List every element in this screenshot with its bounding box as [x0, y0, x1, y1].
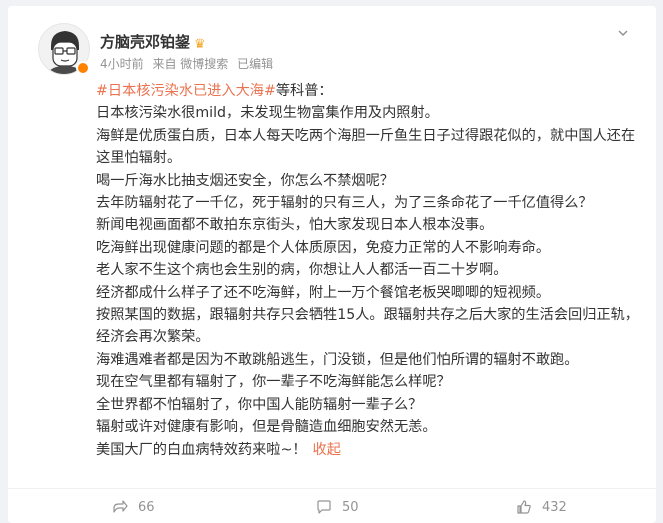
paragraph: 海难遇难者都是因为不敢跳船逃生，门没锁，但是他们怕所谓的辐射不敢跑。: [96, 351, 579, 368]
intro-line: #日本核污染水已进入大海#等科普：: [96, 80, 648, 102]
author-name-text[interactable]: 方脑壳邓铂鋆: [100, 33, 190, 51]
paragraph: 按照某国的数据，跟辐射共存只会牺牲15人。跟辐射共存之后大家的生活会回归正轨，经…: [96, 307, 639, 346]
topic-link[interactable]: #日本核污染水已进入大海#: [96, 83, 276, 99]
post-source: 来自 微博搜索: [152, 57, 229, 71]
share-icon: [113, 500, 128, 513]
paragraph: 吃海鲜出现健康问题的都是个人体质原因，免疫力正常的人不影响寿命。: [96, 239, 551, 256]
share-button[interactable]: 66: [112, 499, 155, 515]
paragraph: 老人家不生这个病也会生别的病，你想让人人都活一百二十岁啊。: [96, 262, 508, 279]
last-line-text: 美国大厂的白血病特效药来啦~！: [96, 441, 307, 458]
paragraph: 经济都成什么样子了还不吃海鲜，附上一万个餐馆老板哭唧唧的短视频。: [96, 284, 551, 301]
verified-badge-icon: [76, 61, 90, 75]
weibo-post-card: 方脑壳邓铂鋆 ♛ 4小时前 来自 微博搜索 已编辑 #日本核污染水已进入大海#等科…: [8, 6, 656, 523]
paragraph: 海鲜是优质蛋白质，日本人每天吃两个海胆一斤鱼生日子过得跟花似的，就中国人还在这里…: [96, 127, 636, 167]
paragraph: 去年防辐射花了一千亿，死于辐射的只有三人，为了三条命花了一千亿值得么？: [96, 195, 593, 212]
comment-button[interactable]: 50: [316, 499, 359, 515]
author-name[interactable]: 方脑壳邓铂鋆 ♛: [100, 31, 206, 52]
action-bar: 66 50 432: [8, 488, 656, 523]
last-line: 美国大厂的白血病特效药来啦~！ 收起: [96, 439, 648, 461]
collapse-link[interactable]: 收起: [313, 442, 341, 458]
like-count: 432: [542, 499, 567, 515]
paragraph: 现在空气里都有辐射了，你一辈子不吃海鲜能怎么样呢？: [96, 374, 451, 391]
chevron-down-icon[interactable]: [616, 26, 630, 40]
paragraph: 全世界都不怕辐射了，你中国人能防辐射一辈子么？: [96, 396, 423, 413]
paragraph: 日本核污染水很mild，未发现生物富集作用及内照射。: [96, 105, 439, 122]
paragraph: 辐射或许对健康有影响，但是骨髓造血细胞安然无恙。: [96, 419, 437, 436]
crown-icon: ♛: [194, 37, 206, 52]
comment-icon: [317, 500, 331, 514]
paragraph: 新闻电视画面都不敢拍东京街头，怕大家发现日本人根本没事。: [96, 217, 494, 234]
like-button[interactable]: 432: [516, 499, 567, 515]
edited-label[interactable]: 已编辑: [237, 57, 273, 71]
post-time[interactable]: 4小时前: [100, 57, 144, 71]
thumbs-up-icon: [517, 500, 531, 514]
comment-count: 50: [342, 499, 359, 515]
post-meta: 4小时前 来自 微博搜索 已编辑: [100, 55, 278, 72]
intro-text: 等科普：: [275, 83, 333, 99]
share-count: 66: [138, 499, 155, 515]
paragraph: 喝一斤海水比抽支烟还安全，你怎么不禁烟呢？: [96, 172, 394, 189]
post-content: #日本核污染水已进入大海#等科普： 日本核污染水很mild，未发现生物富集作用及…: [96, 80, 648, 461]
